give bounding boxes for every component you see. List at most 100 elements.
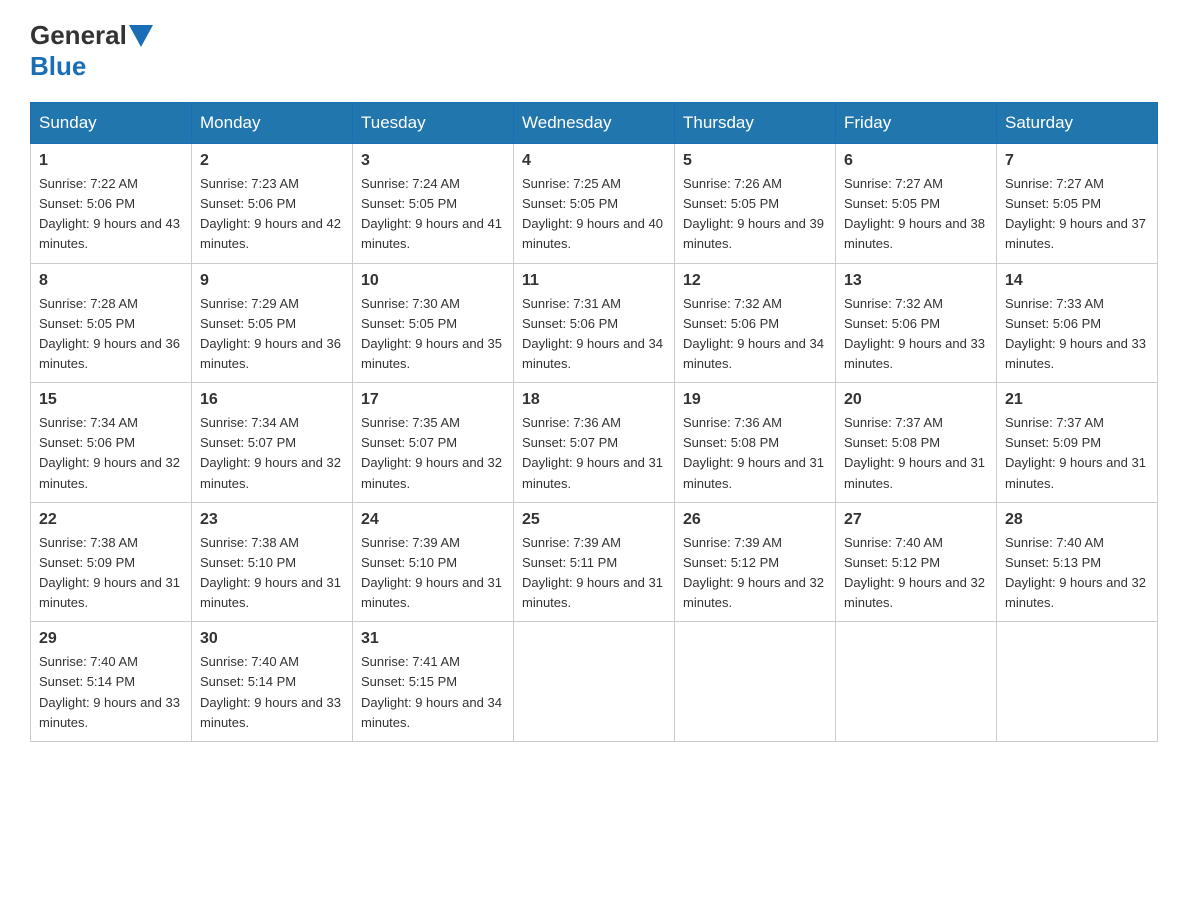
day-number: 24 (361, 511, 505, 529)
calendar-cell: 26Sunrise: 7:39 AMSunset: 5:12 PMDayligh… (675, 502, 836, 622)
logo-blue-text: Blue (30, 51, 86, 82)
calendar-cell: 21Sunrise: 7:37 AMSunset: 5:09 PMDayligh… (997, 383, 1158, 503)
calendar-cell: 12Sunrise: 7:32 AMSunset: 5:06 PMDayligh… (675, 263, 836, 383)
logo-triangle-icon (129, 25, 153, 47)
calendar-cell: 17 Sunrise: 7:35 AMSunset: 5:07 PMDayligh… (353, 383, 514, 503)
calendar-week-row: 22 Sunrise: 7:38 AMSunset: 5:09 PMDayligh… (31, 502, 1158, 622)
day-number: 10 (361, 272, 505, 290)
day-info: Sunrise: 7:24 AMSunset: 5:05 PMDaylight:… (361, 174, 505, 255)
calendar-cell: 31Sunrise: 7:41 AMSunset: 5:15 PMDayligh… (353, 622, 514, 742)
calendar-cell: 5Sunrise: 7:26 AMSunset: 5:05 PMDaylight… (675, 144, 836, 264)
weekday-header-wednesday: Wednesday (514, 103, 675, 144)
day-number: 13 (844, 272, 988, 290)
weekday-header-tuesday: Tuesday (353, 103, 514, 144)
calendar-cell: 2 Sunrise: 7:23 AMSunset: 5:06 PMDaylight… (192, 144, 353, 264)
weekday-header-row: SundayMondayTuesdayWednesdayThursdayFrid… (31, 103, 1158, 144)
calendar-cell: 30 Sunrise: 7:40 AMSunset: 5:14 PMDayligh… (192, 622, 353, 742)
calendar-cell: 14 Sunrise: 7:33 AMSunset: 5:06 PMDayligh… (997, 263, 1158, 383)
calendar-body: 1Sunrise: 7:22 AMSunset: 5:06 PMDaylight… (31, 144, 1158, 742)
weekday-header-friday: Friday (836, 103, 997, 144)
calendar-cell: 22 Sunrise: 7:38 AMSunset: 5:09 PMDayligh… (31, 502, 192, 622)
calendar-cell: 4Sunrise: 7:25 AMSunset: 5:05 PMDaylight… (514, 144, 675, 264)
day-number: 21 (1005, 391, 1149, 409)
calendar-cell: 16Sunrise: 7:34 AMSunset: 5:07 PMDayligh… (192, 383, 353, 503)
day-number: 3 (361, 152, 505, 170)
weekday-header-saturday: Saturday (997, 103, 1158, 144)
calendar-cell: 13Sunrise: 7:32 AMSunset: 5:06 PMDayligh… (836, 263, 997, 383)
day-number: 20 (844, 391, 988, 409)
day-info: Sunrise: 7:32 AMSunset: 5:06 PMDaylight:… (683, 294, 827, 375)
day-info: Sunrise: 7:37 AMSunset: 5:08 PMDaylight:… (844, 413, 988, 494)
calendar-cell: 28 Sunrise: 7:40 AMSunset: 5:13 PMDayligh… (997, 502, 1158, 622)
calendar-cell: 27Sunrise: 7:40 AMSunset: 5:12 PMDayligh… (836, 502, 997, 622)
day-number: 26 (683, 511, 827, 529)
calendar-cell: 23 Sunrise: 7:38 AMSunset: 5:10 PMDayligh… (192, 502, 353, 622)
calendar-cell (997, 622, 1158, 742)
day-info: Sunrise: 7:36 AMSunset: 5:07 PMDaylight:… (522, 413, 666, 494)
day-number: 17 (361, 391, 505, 409)
day-number: 5 (683, 152, 827, 170)
calendar-cell: 9Sunrise: 7:29 AMSunset: 5:05 PMDaylight… (192, 263, 353, 383)
day-info: Sunrise: 7:38 AMSunset: 5:09 PMDaylight:… (39, 533, 183, 614)
day-info: Sunrise: 7:25 AMSunset: 5:05 PMDaylight:… (522, 174, 666, 255)
calendar-header: SundayMondayTuesdayWednesdayThursdayFrid… (31, 103, 1158, 144)
day-number: 27 (844, 511, 988, 529)
calendar-cell: 24 Sunrise: 7:39 AMSunset: 5:10 PMDayligh… (353, 502, 514, 622)
day-number: 6 (844, 152, 988, 170)
day-number: 15 (39, 391, 183, 409)
day-number: 23 (200, 511, 344, 529)
day-number: 29 (39, 630, 183, 648)
calendar-cell: 20 Sunrise: 7:37 AMSunset: 5:08 PMDayligh… (836, 383, 997, 503)
day-number: 28 (1005, 511, 1149, 529)
weekday-header-monday: Monday (192, 103, 353, 144)
day-info: Sunrise: 7:22 AMSunset: 5:06 PMDaylight:… (39, 174, 183, 255)
day-number: 11 (522, 272, 666, 290)
calendar-cell: 11 Sunrise: 7:31 AMSunset: 5:06 PMDayligh… (514, 263, 675, 383)
day-number: 19 (683, 391, 827, 409)
day-info: Sunrise: 7:38 AMSunset: 5:10 PMDaylight:… (200, 533, 344, 614)
weekday-header-sunday: Sunday (31, 103, 192, 144)
day-info: Sunrise: 7:27 AMSunset: 5:05 PMDaylight:… (1005, 174, 1149, 255)
weekday-header-thursday: Thursday (675, 103, 836, 144)
day-number: 25 (522, 511, 666, 529)
calendar-week-row: 8 Sunrise: 7:28 AMSunset: 5:05 PMDaylight… (31, 263, 1158, 383)
day-info: Sunrise: 7:28 AMSunset: 5:05 PMDaylight:… (39, 294, 183, 375)
calendar-cell: 6Sunrise: 7:27 AMSunset: 5:05 PMDaylight… (836, 144, 997, 264)
day-info: Sunrise: 7:31 AMSunset: 5:06 PMDaylight:… (522, 294, 666, 375)
day-number: 18 (522, 391, 666, 409)
day-info: Sunrise: 7:40 AMSunset: 5:13 PMDaylight:… (1005, 533, 1149, 614)
day-info: Sunrise: 7:34 AMSunset: 5:07 PMDaylight:… (200, 413, 344, 494)
day-number: 9 (200, 272, 344, 290)
day-number: 14 (1005, 272, 1149, 290)
day-number: 7 (1005, 152, 1149, 170)
day-info: Sunrise: 7:40 AMSunset: 5:14 PMDaylight:… (200, 652, 344, 733)
calendar-cell: 10 Sunrise: 7:30 AMSunset: 5:05 PMDayligh… (353, 263, 514, 383)
day-info: Sunrise: 7:30 AMSunset: 5:05 PMDaylight:… (361, 294, 505, 375)
day-number: 8 (39, 272, 183, 290)
day-number: 22 (39, 511, 183, 529)
day-number: 2 (200, 152, 344, 170)
day-info: Sunrise: 7:39 AMSunset: 5:11 PMDaylight:… (522, 533, 666, 614)
calendar-cell: 18 Sunrise: 7:36 AMSunset: 5:07 PMDayligh… (514, 383, 675, 503)
logo: General Blue (30, 20, 155, 82)
day-info: Sunrise: 7:33 AMSunset: 5:06 PMDaylight:… (1005, 294, 1149, 375)
calendar-cell (675, 622, 836, 742)
calendar-week-row: 29 Sunrise: 7:40 AMSunset: 5:14 PMDayligh… (31, 622, 1158, 742)
day-info: Sunrise: 7:35 AMSunset: 5:07 PMDaylight:… (361, 413, 505, 494)
calendar-week-row: 1Sunrise: 7:22 AMSunset: 5:06 PMDaylight… (31, 144, 1158, 264)
calendar-cell: 29Sunrise: 7:40 AMSunset: 5:14 PMDayligh… (31, 622, 192, 742)
calendar-cell: 25 Sunrise: 7:39 AMSunset: 5:11 PMDayligh… (514, 502, 675, 622)
day-info: Sunrise: 7:39 AMSunset: 5:10 PMDaylight:… (361, 533, 505, 614)
day-info: Sunrise: 7:23 AMSunset: 5:06 PMDaylight:… (200, 174, 344, 255)
calendar-table: SundayMondayTuesdayWednesdayThursdayFrid… (30, 102, 1158, 742)
page-header: General Blue (30, 20, 1158, 82)
calendar-cell (836, 622, 997, 742)
calendar-cell: 8 Sunrise: 7:28 AMSunset: 5:05 PMDaylight… (31, 263, 192, 383)
day-info: Sunrise: 7:41 AMSunset: 5:15 PMDaylight:… (361, 652, 505, 733)
calendar-cell: 15Sunrise: 7:34 AMSunset: 5:06 PMDayligh… (31, 383, 192, 503)
calendar-week-row: 15Sunrise: 7:34 AMSunset: 5:06 PMDayligh… (31, 383, 1158, 503)
day-number: 30 (200, 630, 344, 648)
logo-general-text: General (30, 20, 127, 51)
calendar-cell: 3 Sunrise: 7:24 AMSunset: 5:05 PMDaylight… (353, 144, 514, 264)
calendar-cell: 19Sunrise: 7:36 AMSunset: 5:08 PMDayligh… (675, 383, 836, 503)
